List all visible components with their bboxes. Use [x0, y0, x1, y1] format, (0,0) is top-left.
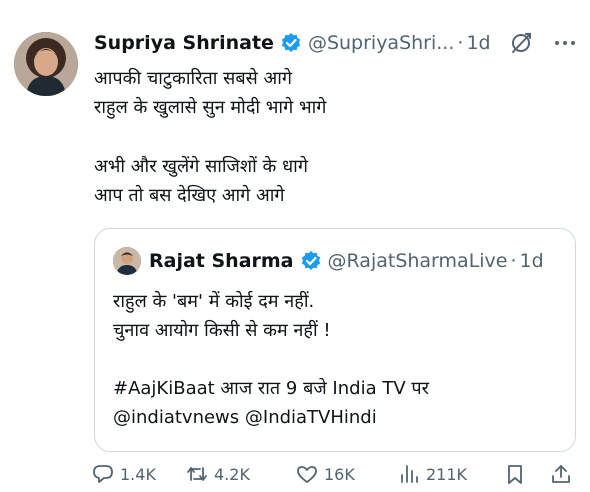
- quoted-author-name[interactable]: Rajat Sharma: [149, 250, 294, 272]
- quoted-tweet[interactable]: Rajat Sharma @RajatSharmaLive · 1d राहुल…: [94, 228, 576, 452]
- action-bar: 1.4K 4.2K 16K 211K: [90, 460, 582, 488]
- tweet-body: आपकी चाटुकारिता सबसे आगे राहुल के खुलासे…: [94, 64, 574, 210]
- quoted-line: चुनाव आयोग किसी से कम नहीं !: [113, 320, 331, 341]
- quoted-line: #AajKiBaat आज रात 9 बजे India TV पर: [113, 378, 429, 399]
- views-icon: [401, 465, 418, 483]
- tweet: Supriya Shrinate @SupriyaShri... · 1d आप…: [0, 0, 590, 492]
- repost-count: 4.2K: [214, 464, 250, 484]
- verified-badge-icon: [300, 250, 322, 272]
- quoted-line: @indiatvnews @IndiaTVHindi: [113, 407, 377, 428]
- quoted-time[interactable]: 1d: [520, 250, 544, 272]
- separator-dot: ·: [510, 250, 517, 272]
- repost-icon: [187, 467, 207, 481]
- quoted-author-handle[interactable]: @RajatSharmaLive: [328, 250, 508, 272]
- quoted-header: Rajat Sharma @RajatSharmaLive · 1d: [149, 248, 544, 274]
- author-avatar[interactable]: [14, 32, 78, 96]
- repost-button[interactable]: 4.2K: [186, 460, 250, 488]
- tweet-line: अभी और खुलेंगे साजिशों के धागे: [94, 156, 308, 177]
- author-handle[interactable]: @SupriyaShri...: [308, 32, 454, 54]
- more-icon[interactable]: [552, 32, 578, 54]
- quoted-body: राहुल के 'बम' में कोई दम नहीं. चुनाव आयो…: [113, 287, 563, 432]
- share-button[interactable]: [550, 460, 578, 488]
- tweet-header: Supriya Shrinate @SupriyaShri... · 1d: [94, 30, 491, 56]
- like-icon: [297, 466, 317, 483]
- like-button[interactable]: 16K: [296, 460, 355, 488]
- quoted-author-avatar[interactable]: [113, 247, 141, 275]
- tweet-line: आप तो बस देखिए आगे आगे: [94, 185, 285, 206]
- separator-dot: ·: [457, 32, 464, 54]
- share-icon: [552, 465, 570, 483]
- bookmark-button[interactable]: [504, 460, 532, 488]
- verified-badge-icon: [280, 32, 302, 54]
- bookmark-icon: [508, 465, 522, 484]
- reply-icon: [93, 465, 113, 483]
- views-count: 211K: [426, 464, 468, 484]
- grok-icon[interactable]: [508, 30, 534, 56]
- reply-button[interactable]: 1.4K: [92, 460, 156, 488]
- views-button[interactable]: 211K: [398, 460, 467, 488]
- like-count: 16K: [324, 464, 355, 484]
- quoted-line: राहुल के 'बम' में कोई दम नहीं.: [113, 291, 315, 312]
- tweet-time[interactable]: 1d: [466, 32, 490, 54]
- author-name[interactable]: Supriya Shrinate: [94, 32, 274, 54]
- tweet-line: आपकी चाटुकारिता सबसे आगे: [94, 68, 293, 89]
- reply-count: 1.4K: [120, 464, 156, 484]
- tweet-line: राहुल के खुलासे सुन मोदी भागे भागे: [94, 97, 327, 118]
